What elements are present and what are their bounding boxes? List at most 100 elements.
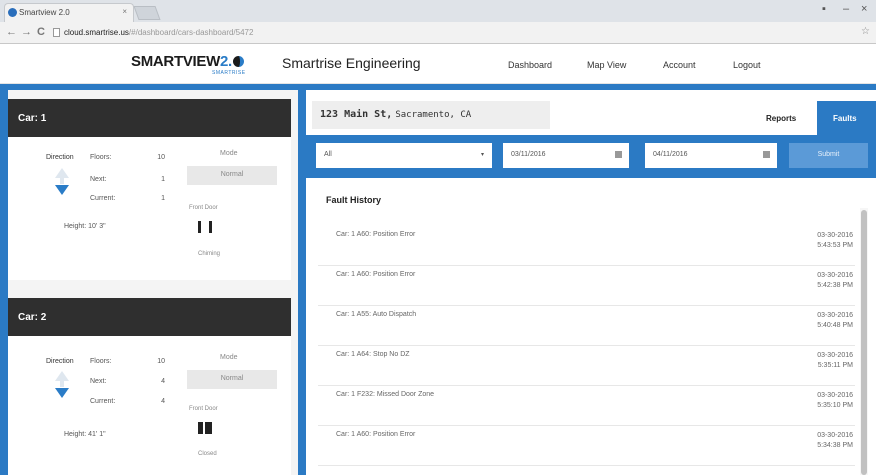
- current-value: 4: [161, 398, 165, 405]
- nav-account[interactable]: Account: [663, 60, 696, 70]
- url-field[interactable]: cloud.smartrise.us/#/dashboard/cars-dash…: [52, 25, 832, 41]
- logo-version-text: 2.: [219, 53, 232, 70]
- current-label: Current:: [90, 398, 116, 405]
- fault-time: 5:43:53 PM: [817, 242, 853, 249]
- direction-bar: [60, 381, 64, 387]
- next-value: 4: [161, 378, 165, 385]
- browser-tab[interactable]: Smartview 2.0 ×: [4, 3, 134, 22]
- fault-time: 5:35:10 PM: [817, 402, 853, 409]
- fault-date: 03-30-2016: [817, 312, 853, 319]
- fault-row[interactable]: Car: 1 A55: Auto Dispatch 03-30-2016 5:40…: [318, 306, 855, 346]
- reload-icon[interactable]: C: [37, 26, 45, 38]
- fault-date: 03-30-2016: [817, 432, 853, 439]
- fault-date: 03-30-2016: [817, 392, 853, 399]
- calendar-icon[interactable]: [763, 151, 770, 158]
- fault-history-title: Fault History: [326, 195, 382, 205]
- scrollbar-thumb[interactable]: [861, 210, 867, 475]
- app-header: SMARTVIEW2. SMARTRISE Smartrise Engineer…: [0, 44, 876, 84]
- fault-timestamp: 03-30-2016 5:35:10 PM: [817, 391, 853, 411]
- car-card-title[interactable]: Car: 2: [8, 298, 291, 336]
- floors-label: Floors:: [90, 358, 112, 365]
- back-icon[interactable]: ←: [6, 26, 17, 38]
- nav-dashboard[interactable]: Dashboard: [508, 60, 552, 70]
- fault-row[interactable]: Car: 1 A64: Stop No DZ 03-30-2016 5:35:11…: [318, 346, 855, 386]
- front-door-label: Front Door: [189, 406, 218, 412]
- smartview-logo[interactable]: SMARTVIEW2.: [131, 53, 244, 70]
- fault-row[interactable]: Car: 1 A60: Position Error 03-30-2016 5:4…: [318, 226, 855, 266]
- height-label: Height: 10' 3": [64, 223, 106, 230]
- floors-value: 10: [157, 358, 165, 365]
- car-card-2: Car: 2 Direction Floors: 10 Next: 4 Curr…: [8, 298, 291, 475]
- door-open-icon: [198, 221, 212, 233]
- fault-row[interactable]: Car: 1 A60: Position Error 03-30-2016 5:4…: [318, 266, 855, 306]
- direction-label: Direction: [46, 154, 74, 161]
- nav-logout[interactable]: Logout: [733, 60, 761, 70]
- browser-tab-title: Smartview 2.0: [19, 8, 70, 17]
- fault-timestamp: 03-30-2016 5:40:48 PM: [817, 311, 853, 331]
- user-icon[interactable]: ▪: [822, 3, 826, 15]
- fault-row[interactable]: Car: 1 F232: Missed Door Zone 03-30-2016…: [318, 386, 855, 426]
- favicon-icon: [8, 8, 17, 17]
- location-address: 123 Main St, Sacramento, CA: [312, 101, 550, 129]
- fault-date: 03-30-2016: [817, 352, 853, 359]
- current-label: Current:: [90, 195, 116, 202]
- fault-description: Car: 1 A60: Position Error: [336, 431, 416, 438]
- next-value: 1: [161, 176, 165, 183]
- close-window-icon[interactable]: ×: [861, 3, 867, 15]
- logo-subtitle: SMARTRISE: [212, 70, 246, 76]
- car-card-title[interactable]: Car: 1: [8, 99, 291, 137]
- mode-label: Mode: [220, 354, 238, 361]
- fault-description: Car: 1 A60: Position Error: [336, 271, 416, 278]
- car-card-1: Car: 1 Direction Floors: 10 Next: 1 Curr…: [8, 99, 291, 280]
- start-date-field[interactable]: 03/11/2016: [503, 143, 629, 168]
- start-date-value: 03/11/2016: [511, 151, 546, 158]
- fault-time: 5:42:38 PM: [817, 282, 853, 289]
- fault-timestamp: 03-30-2016 5:35:11 PM: [817, 351, 853, 371]
- fault-timestamp: 03-30-2016 5:42:38 PM: [817, 271, 853, 291]
- direction-up-icon: [55, 168, 69, 178]
- logo-main-text: SMARTVIEW: [131, 53, 220, 70]
- url-path: /#/dashboard/cars-dashboard/5472: [128, 28, 254, 37]
- forward-icon[interactable]: →: [21, 26, 32, 38]
- calendar-icon[interactable]: [615, 151, 622, 158]
- direction-down-icon: [55, 388, 69, 398]
- tab-reports[interactable]: Reports: [766, 114, 796, 123]
- fault-time: 5:35:11 PM: [817, 362, 853, 369]
- submit-button[interactable]: Submit: [789, 143, 868, 168]
- bookmark-star-icon[interactable]: ☆: [861, 26, 870, 37]
- door-state: Chiming: [198, 251, 221, 257]
- address-city: Sacramento, CA: [395, 110, 472, 120]
- fault-timestamp: 03-30-2016 5:34:38 PM: [817, 431, 853, 451]
- browser-tab-bar: Smartview 2.0 × ▪ – ×: [0, 0, 876, 22]
- url-host: cloud.smartrise.us: [64, 28, 129, 37]
- door-state: Closed: [198, 451, 217, 457]
- fault-row[interactable]: Car: 1 A60: Position Error 03-30-2016 5:3…: [318, 426, 855, 466]
- end-date-field[interactable]: 04/11/2016: [645, 143, 777, 168]
- mode-value: Normal: [187, 370, 277, 389]
- next-label: Next:: [90, 378, 107, 385]
- car-select[interactable]: All ▾: [316, 143, 492, 168]
- company-name: Smartrise Engineering: [282, 55, 421, 71]
- fault-time: 5:34:38 PM: [817, 442, 853, 449]
- height-label: Height: 41' 1": [64, 431, 106, 438]
- direction-down-icon: [55, 185, 69, 195]
- fault-description: Car: 1 F232: Missed Door Zone: [336, 391, 435, 398]
- direction-bar: [60, 178, 64, 184]
- nav-map-view[interactable]: Map View: [587, 60, 626, 70]
- address-bar: ← → C cloud.smartrise.us/#/dashboard/car…: [0, 22, 876, 44]
- minimize-icon[interactable]: –: [843, 3, 849, 15]
- fault-description: Car: 1 A55: Auto Dispatch: [336, 311, 417, 318]
- tab-faults[interactable]: Faults: [817, 101, 876, 135]
- fault-description: Car: 1 A60: Position Error: [336, 231, 416, 238]
- fault-date: 03-30-2016: [817, 272, 853, 279]
- door-closed-icon: [198, 422, 212, 434]
- car-select-value: All: [324, 151, 332, 158]
- mode-value: Normal: [187, 166, 277, 185]
- tab-close-icon[interactable]: ×: [122, 7, 127, 16]
- end-date-value: 04/11/2016: [653, 151, 688, 158]
- next-label: Next:: [90, 176, 107, 183]
- address-street: 123 Main St,: [320, 109, 393, 120]
- direction-up-icon: [55, 371, 69, 381]
- floors-label: Floors:: [90, 154, 112, 161]
- new-tab-button[interactable]: [133, 6, 161, 20]
